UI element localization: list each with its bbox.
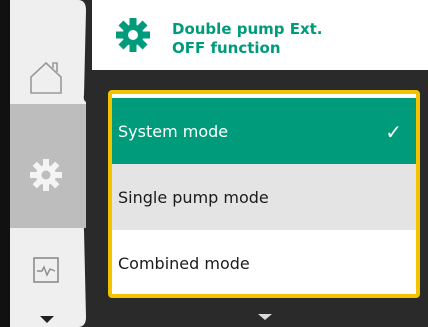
gear-icon	[116, 18, 150, 52]
option-list: System mode ✓ Single pump mode Combined …	[108, 90, 420, 298]
header: Double pump Ext. OFF function	[92, 0, 428, 70]
rail-item-settings[interactable]	[0, 100, 92, 250]
gear-icon	[30, 159, 62, 191]
screen: Double pump Ext. OFF function System mod…	[0, 0, 428, 327]
home-icon	[30, 61, 62, 94]
pulse-monitor-icon	[33, 257, 59, 283]
option-label: Single pump mode	[118, 187, 269, 207]
option-system-mode[interactable]: System mode ✓	[112, 98, 416, 164]
page-title: Double pump Ext. OFF function	[172, 20, 323, 57]
rail-item-monitor[interactable]	[0, 238, 92, 302]
option-label: System mode	[118, 121, 229, 141]
option-combined-mode[interactable]: Combined mode	[112, 230, 416, 294]
scroll-down-icon[interactable]	[258, 314, 272, 321]
side-rail	[0, 0, 92, 327]
rail-scroll-down-icon[interactable]	[40, 316, 54, 324]
checkmark-icon: ✓	[385, 120, 402, 144]
option-label: Combined mode	[118, 253, 250, 273]
option-single-pump-mode[interactable]: Single pump mode	[112, 164, 416, 230]
